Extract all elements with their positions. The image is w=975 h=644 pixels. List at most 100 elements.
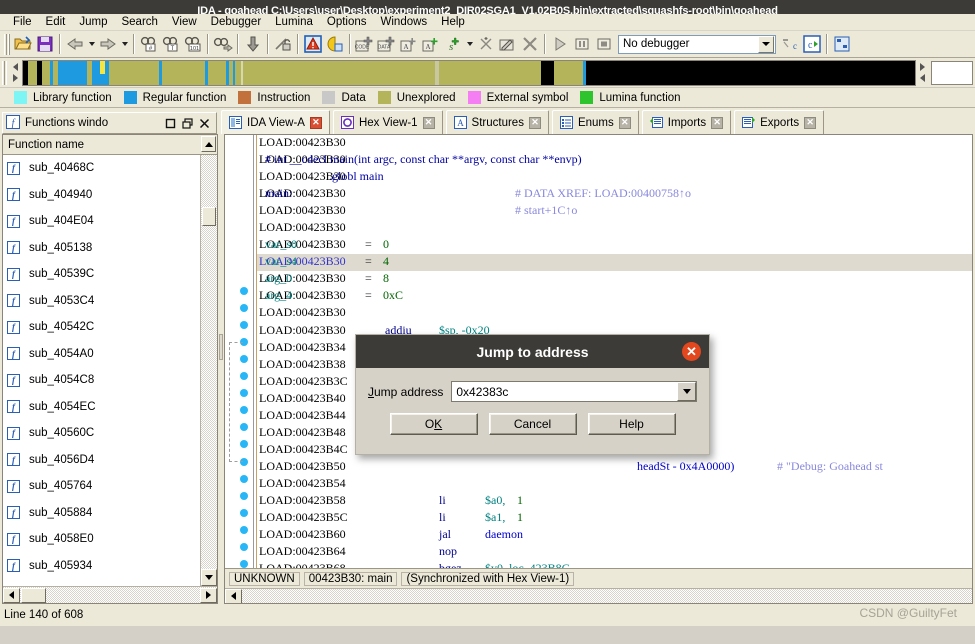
step-into-icon[interactable]: c <box>779 33 801 55</box>
search-immediate-icon[interactable]: 101 <box>182 33 204 55</box>
menu-options[interactable]: Options <box>320 15 374 29</box>
tab-structures[interactable]: A Structures ✕ <box>445 110 549 134</box>
menu-view[interactable]: View <box>165 15 204 29</box>
breakpoint-marker-icon[interactable] <box>240 491 248 500</box>
disassembly-line[interactable]: LOAD:00423B30 <box>257 305 972 322</box>
close-icon[interactable]: ✕ <box>711 116 724 129</box>
close-icon[interactable]: ✕ <box>422 116 435 129</box>
make-struct-dropdown-icon[interactable] <box>464 33 475 55</box>
close-icon[interactable]: ✕ <box>309 116 322 129</box>
function-list-item[interactable]: f sub_405138 <box>3 235 200 262</box>
tab-ida-view-a[interactable]: IDA View-A ✕ <box>221 110 330 134</box>
disassembly-line[interactable]: LOAD:00423B30 main: # DATA XREF: LOAD:0040… <box>257 186 972 203</box>
search-text-icon[interactable]: T <box>160 33 182 55</box>
function-list-item[interactable]: f sub_4054EC <box>3 394 200 421</box>
scroll-left-button[interactable] <box>3 587 20 603</box>
scroll-down-button[interactable] <box>201 569 217 586</box>
rename-icon[interactable] <box>497 33 519 55</box>
breakpoint-marker-icon[interactable] <box>240 542 248 551</box>
breakpoint-marker-icon[interactable] <box>240 559 248 568</box>
disassembly-line[interactable]: LOAD:00423B30 arg_4 = 0xC <box>257 288 972 305</box>
make-ascii-icon[interactable]: A <box>398 33 420 55</box>
function-list-item[interactable]: fsub_406838 <box>3 579 200 586</box>
menu-debugger[interactable]: Debugger <box>204 15 269 29</box>
navband-grip[interactable] <box>2 60 7 85</box>
disassembly-line[interactable]: LOAD:00423B30 <box>257 220 972 237</box>
make-data-icon[interactable]: DATA <box>376 33 398 55</box>
tab-hex-view-1[interactable]: Hex View-1 ✕ <box>332 110 443 134</box>
disassembly-line[interactable]: LOAD:00423B58 li $a0, 1 <box>257 493 972 510</box>
scroll-right-button[interactable] <box>200 587 217 603</box>
graph-icon[interactable] <box>831 33 853 55</box>
close-icon[interactable]: ✕ <box>804 116 817 129</box>
menu-search[interactable]: Search <box>114 15 164 29</box>
debugger-select[interactable]: No debugger <box>618 34 776 54</box>
breakpoint-marker-icon[interactable] <box>240 304 248 313</box>
down-arrow-icon[interactable] <box>242 33 264 55</box>
back-dropdown-icon[interactable] <box>86 33 97 55</box>
disassembly-line[interactable]: LOAD:00423B30 .globl main <box>257 169 972 186</box>
tab-imports[interactable]: Imports ✕ <box>641 110 732 134</box>
menu-edit[interactable]: Edit <box>39 15 73 29</box>
make-array-icon[interactable]: A <box>420 33 442 55</box>
disassembly-line[interactable]: LOAD:00423B30 <box>257 135 972 152</box>
disassembly-line[interactable]: LOAD:00423B54 <box>257 476 972 493</box>
close-icon[interactable]: ✕ <box>682 342 701 361</box>
tab-exports[interactable]: Exports ✕ <box>734 110 825 134</box>
sort-ascending-icon[interactable] <box>201 136 216 152</box>
stop-icon[interactable] <box>593 33 615 55</box>
disassembly-line[interactable]: LOAD:00423B30 # int __cdecl main(int argc… <box>257 152 972 169</box>
run-icon[interactable] <box>549 33 571 55</box>
cancel-button[interactable]: Cancel <box>488 413 577 435</box>
save-icon[interactable] <box>34 33 56 55</box>
function-list-item[interactable]: f sub_404940 <box>3 182 200 209</box>
function-list-item[interactable]: f sub_4054C8 <box>3 367 200 394</box>
help-button[interactable]: Help <box>587 413 676 435</box>
function-list-item[interactable]: f sub_4056D4 <box>3 447 200 474</box>
close-icon[interactable]: ✕ <box>618 116 631 129</box>
menu-file[interactable]: File <box>6 15 39 29</box>
lumina-icon[interactable] <box>324 33 346 55</box>
navband-stepper-left[interactable] <box>9 60 22 86</box>
open-icon[interactable] <box>12 33 34 55</box>
function-list-item[interactable]: f sub_40468C <box>3 155 200 182</box>
search-hash-icon[interactable]: # <box>138 33 160 55</box>
toolbar-grip[interactable] <box>4 33 10 55</box>
close-icon[interactable]: ✕ <box>528 116 541 129</box>
jump-address-input[interactable] <box>452 382 677 401</box>
disassembly-line[interactable]: LOAD:00423B30 var_s4 = 4 <box>257 254 972 272</box>
disassembly-line[interactable]: LOAD:00423B5C li $a1, 1 <box>257 510 972 527</box>
disassembly-line[interactable]: LOAD:00423B30 # start+1C↑o <box>257 203 972 220</box>
functions-list[interactable]: f sub_40468C f sub_404940 f sub_404E04 f sub_40… <box>3 155 200 586</box>
chevron-down-icon[interactable] <box>677 382 696 401</box>
disassembly-line[interactable]: LOAD:00423B64 nop <box>257 544 972 561</box>
hscrollbar-thumb[interactable] <box>21 587 46 603</box>
close-icon[interactable] <box>196 115 213 131</box>
breakpoint-marker-icon[interactable] <box>240 287 248 295</box>
back-icon[interactable] <box>64 33 86 55</box>
function-list-item[interactable]: f sub_40560C <box>3 420 200 447</box>
menu-lumina[interactable]: Lumina <box>268 15 320 29</box>
menu-help[interactable]: Help <box>434 15 472 29</box>
delete-icon[interactable] <box>519 33 541 55</box>
search-next-icon[interactable] <box>212 33 234 55</box>
scrollbar-thumb[interactable] <box>202 207 216 226</box>
disassembly-line[interactable]: LOAD:00423B50 headSt - 0x4A0000) # "Debug:… <box>257 459 972 476</box>
function-list-item[interactable]: f sub_4058E0 <box>3 526 200 553</box>
functions-vertical-scrollbar[interactable] <box>200 155 217 586</box>
forward-icon[interactable] <box>97 33 119 55</box>
disassembly-line[interactable]: LOAD:00423B30 arg_0 = 8 <box>257 271 972 288</box>
undefine-icon[interactable] <box>475 33 497 55</box>
navigation-band[interactable] <box>22 59 916 86</box>
tab-enums[interactable]: Enums ✕ <box>551 110 639 134</box>
disassembly-line[interactable]: LOAD:00423B30 var_s0 = 0 <box>257 237 972 254</box>
function-list-item[interactable]: f sub_405934 <box>3 553 200 580</box>
menu-jump[interactable]: Jump <box>72 15 114 29</box>
function-list-item[interactable]: f sub_405764 <box>3 473 200 500</box>
pause-icon[interactable] <box>571 33 593 55</box>
jump-address-combo[interactable] <box>451 381 697 402</box>
function-list-item[interactable]: f sub_4053C4 <box>3 288 200 315</box>
menu-windows[interactable]: Windows <box>374 15 435 29</box>
disassembly-horizontal-scrollbar[interactable] <box>225 588 972 603</box>
breakpoint-marker-icon[interactable] <box>240 321 248 330</box>
